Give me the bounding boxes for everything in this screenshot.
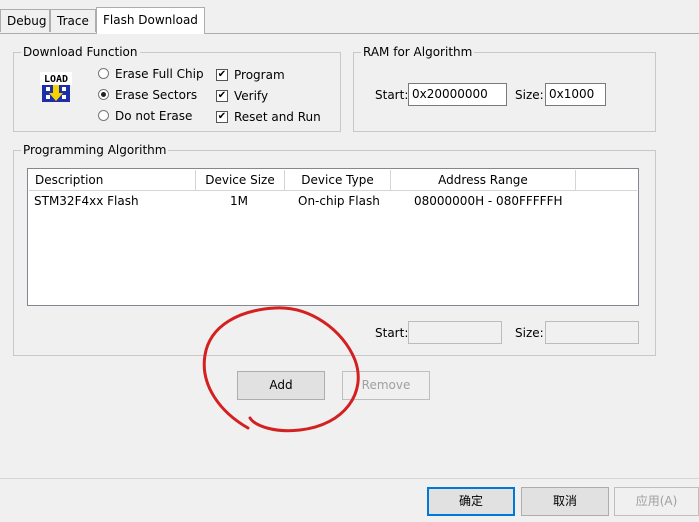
download-function-title: Download Function	[21, 44, 140, 60]
load-icon: LOAD	[40, 72, 72, 102]
check-verify[interactable]: ✔ Verify	[216, 88, 268, 104]
column-description[interactable]: Description	[29, 170, 196, 190]
algorithm-list[interactable]: Description Device Size Device Type Addr…	[27, 168, 639, 306]
radio-erase-full-chip[interactable]: Erase Full Chip	[98, 66, 204, 82]
radio-label: Erase Full Chip	[115, 67, 204, 81]
algo-start-label: Start:	[375, 326, 409, 340]
check-label: Verify	[234, 89, 269, 103]
check-program[interactable]: ✔ Program	[216, 67, 285, 83]
apply-button: 应用(A)	[614, 487, 699, 516]
column-device-size[interactable]: Device Size	[196, 170, 285, 190]
ram-size-input[interactable]: 0x1000	[545, 83, 606, 106]
radio-do-not-erase[interactable]: Do not Erase	[98, 108, 192, 124]
check-label: Program	[234, 68, 285, 82]
cancel-button[interactable]: 取消	[521, 487, 609, 516]
radio-indicator[interactable]	[98, 68, 109, 79]
check-label: Reset and Run	[234, 110, 321, 124]
cell-device-size: 1M	[230, 194, 248, 208]
checkbox-checked-icon[interactable]: ✔	[216, 89, 228, 102]
ram-size-label: Size:	[515, 88, 544, 102]
algo-size-input	[545, 321, 639, 344]
ram-title: RAM for Algorithm	[361, 44, 475, 60]
checkbox-checked-icon[interactable]: ✔	[216, 68, 228, 81]
radio-label: Do not Erase	[115, 109, 193, 123]
cell-description: STM32F4xx Flash	[34, 194, 139, 208]
list-header: Description Device Size Device Type Addr…	[29, 170, 637, 191]
radio-erase-sectors[interactable]: Erase Sectors	[98, 87, 197, 103]
check-reset-and-run[interactable]: ✔ Reset and Run	[216, 109, 321, 125]
tab-trace[interactable]: Trace	[50, 9, 96, 32]
radio-indicator-selected[interactable]	[98, 89, 109, 100]
tab-flash-download[interactable]: Flash Download	[96, 7, 205, 34]
checkbox-checked-icon[interactable]: ✔	[216, 110, 228, 123]
tab-debug[interactable]: Debug	[0, 9, 50, 32]
ram-start-label: Start:	[375, 88, 409, 102]
radio-label: Erase Sectors	[115, 88, 198, 102]
radio-indicator[interactable]	[98, 110, 109, 121]
ram-start-input[interactable]: 0x20000000	[408, 83, 507, 106]
cell-address-range: 08000000H - 080FFFFFH	[414, 194, 563, 208]
annotation-circle	[202, 306, 360, 433]
ok-button[interactable]: 确定	[427, 487, 515, 516]
column-address-range[interactable]: Address Range	[391, 170, 576, 190]
svg-text:LOAD: LOAD	[44, 74, 68, 85]
algo-start-input	[408, 321, 502, 344]
programming-title: Programming Algorithm	[21, 142, 169, 158]
column-device-type[interactable]: Device Type	[285, 170, 391, 190]
algo-size-label: Size:	[515, 326, 544, 340]
cell-device-type: On-chip Flash	[298, 194, 380, 208]
